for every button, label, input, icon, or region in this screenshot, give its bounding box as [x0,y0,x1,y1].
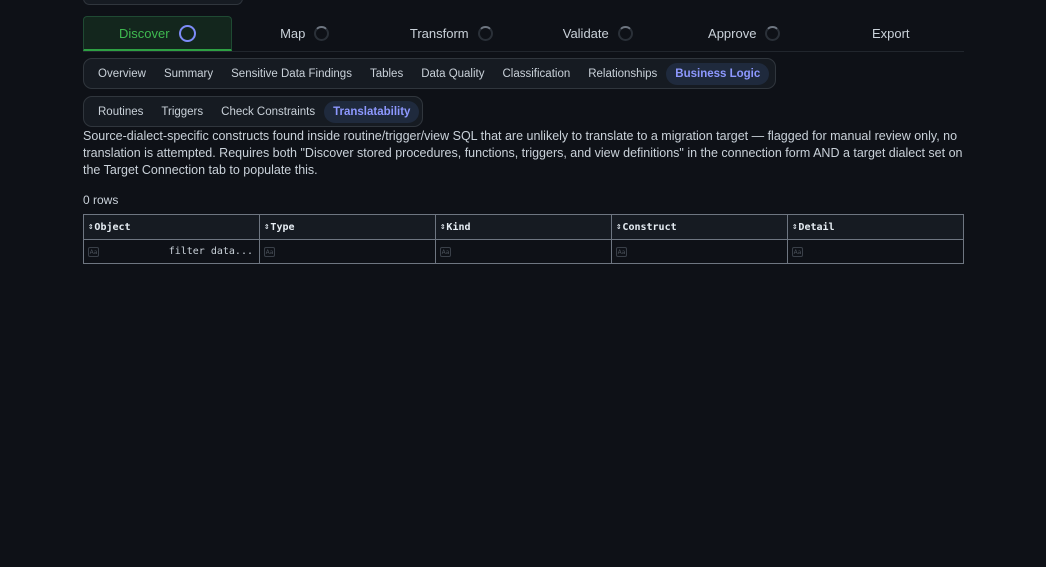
column-header-type[interactable]: ⇕ Type [260,215,436,239]
tab-sensitive-data-findings[interactable]: Sensitive Data Findings [222,63,361,85]
column-header-label: Object [94,221,131,233]
tab-data-quality[interactable]: Data Quality [412,63,493,85]
step-discover[interactable]: Discover [83,16,232,51]
filter-cell-detail: Aa [788,240,963,263]
sort-icon: ⇕ [264,222,270,232]
step-label: Export [871,26,910,41]
filter-input-type[interactable] [275,246,431,257]
step-validate[interactable]: Validate [525,16,672,51]
step-label: Approve [708,26,757,41]
tab-summary[interactable]: Summary [155,63,222,85]
step-pending-ring-icon [617,26,633,41]
column-header-label: Detail [798,221,835,233]
tab-classification[interactable]: Classification [493,63,579,85]
match-case-icon[interactable]: Aa [616,246,627,257]
tab-tables[interactable]: Tables [361,63,412,85]
subtab-triggers[interactable]: Triggers [152,101,212,123]
sort-icon: ⇕ [440,222,446,232]
top-panel-stub [83,0,243,5]
table-header-row: ⇕ Object ⇕ Type ⇕ Kind ⇕ Construct ⇕ Det… [84,215,963,240]
step-pending-ring-icon [314,26,330,41]
column-header-label: Type [270,221,295,233]
column-header-kind[interactable]: ⇕ Kind [436,215,612,239]
match-case-icon[interactable]: Aa [440,246,451,257]
step-active-ring-icon [178,24,196,42]
tab-overview[interactable]: Overview [89,63,155,85]
filter-input-kind[interactable] [451,246,607,257]
step-label: Discover [118,25,170,41]
step-export[interactable]: Export [818,16,965,51]
column-header-label: Kind [446,221,471,233]
step-label: Validate [562,26,609,41]
translatability-table: ⇕ Object ⇕ Type ⇕ Kind ⇕ Construct ⇕ Det… [83,214,964,264]
match-case-icon[interactable]: Aa [264,246,275,257]
subtab-translatability[interactable]: Translatability [324,100,420,123]
step-label: Transform [409,26,469,41]
step-map[interactable]: Map [232,16,379,51]
filter-input-detail[interactable] [803,246,959,257]
sort-icon: ⇕ [616,222,622,232]
filter-input-construct[interactable] [627,246,783,257]
filter-cell-kind: Aa [436,240,612,263]
tab-business-logic[interactable]: Business Logic [666,62,770,85]
subtab-check-constraints[interactable]: Check Constraints [212,101,324,123]
column-header-object[interactable]: ⇕ Object [84,215,260,239]
column-header-detail[interactable]: ⇕ Detail [788,215,963,239]
section-description: Source-dialect-specific constructs found… [83,129,963,177]
table-filter-row: Aa Aa Aa Aa Aa [84,240,963,263]
match-case-icon[interactable]: Aa [792,246,803,257]
match-case-icon[interactable]: Aa [88,246,99,257]
step-pending-ring-icon [477,26,493,41]
subtab-routines[interactable]: Routines [89,101,152,123]
secondary-tab-bar: Routines Triggers Check Constraints Tran… [83,96,423,127]
column-header-construct[interactable]: ⇕ Construct [612,215,788,239]
tab-relationships[interactable]: Relationships [579,63,666,85]
workflow-stepper: Discover Map Transform Validate Approve … [83,16,964,52]
sort-icon: ⇕ [792,222,798,232]
filter-input-object[interactable] [99,246,255,257]
primary-tab-bar: Overview Summary Sensitive Data Findings… [83,58,776,89]
filter-cell-type: Aa [260,240,436,263]
step-pending-ring-icon [765,26,781,41]
column-header-label: Construct [622,221,677,233]
step-label: Map [280,26,306,41]
step-transform[interactable]: Transform [378,16,525,51]
sort-icon: ⇕ [88,222,94,232]
filter-cell-construct: Aa [612,240,788,263]
row-count: 0 rows [83,193,119,207]
filter-cell-object: Aa [84,240,260,263]
step-approve[interactable]: Approve [671,16,818,51]
